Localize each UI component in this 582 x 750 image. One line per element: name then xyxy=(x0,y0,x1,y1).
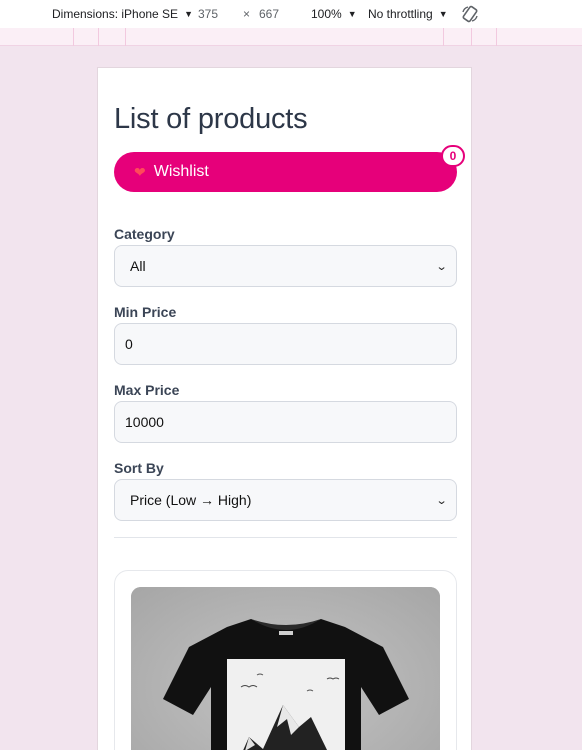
category-value: All xyxy=(130,258,146,274)
product-image[interactable] xyxy=(131,587,440,750)
sort-by-value: Price (Low → High) xyxy=(130,492,252,508)
category-field: Category All ⌄ xyxy=(114,226,457,287)
max-price-label: Max Price xyxy=(114,382,180,398)
product-card[interactable] xyxy=(114,570,457,750)
zoom-dropdown[interactable]: 100% ▼ xyxy=(311,7,357,21)
height-input[interactable]: 667 xyxy=(259,7,279,21)
sort-by-field: Sort By Price (Low → High) ⌄ xyxy=(114,460,457,521)
chevron-down-icon: ⌄ xyxy=(435,260,448,273)
sort-by-label: Sort By xyxy=(114,460,164,476)
wishlist-label: Wishlist xyxy=(153,163,209,180)
tshirt-image xyxy=(131,587,440,750)
max-price-input[interactable]: 10000 xyxy=(114,401,457,443)
devtools-device-toolbar: Dimensions: iPhone SE ▼ 375 × 667 100% ▼… xyxy=(0,0,582,28)
page-title: List of products xyxy=(114,103,308,135)
chevron-down-icon: ⌄ xyxy=(435,494,448,507)
caret-down-icon: ▼ xyxy=(347,9,357,19)
min-price-field: Min Price 0 xyxy=(114,304,457,365)
ruler-tick xyxy=(471,28,472,46)
caret-down-icon: ▼ xyxy=(184,9,193,19)
min-price-value: 0 xyxy=(125,336,133,352)
sort-by-select[interactable]: Price (Low → High) ⌄ xyxy=(114,479,457,521)
divider xyxy=(114,537,457,538)
ruler-tick xyxy=(125,28,126,46)
max-price-field: Max Price 10000 xyxy=(114,382,457,443)
device-viewport: List of products ❤ Wishlist 0 Category A… xyxy=(97,67,472,750)
heart-icon: ❤ xyxy=(134,163,146,180)
throttling-label: No throttling xyxy=(368,7,433,21)
times-separator: × xyxy=(243,7,251,21)
media-query-ruler xyxy=(0,28,582,46)
dimensions-dropdown[interactable]: Dimensions: iPhone SE ▼ xyxy=(52,7,193,21)
max-price-value: 10000 xyxy=(125,414,164,430)
wishlist-count-badge: 0 xyxy=(441,145,465,167)
min-price-input[interactable]: 0 xyxy=(114,323,457,365)
ruler-tick xyxy=(496,28,497,46)
rotate-icon[interactable] xyxy=(460,4,480,24)
zoom-label: 100% xyxy=(311,7,342,21)
category-label: Category xyxy=(114,226,175,242)
min-price-label: Min Price xyxy=(114,304,177,320)
wishlist-button[interactable]: ❤ Wishlist 0 xyxy=(114,145,465,192)
caret-down-icon: ▼ xyxy=(438,9,448,19)
ruler-tick xyxy=(73,28,74,46)
throttling-dropdown[interactable]: No throttling ▼ xyxy=(368,7,448,21)
dimensions-label: Dimensions: iPhone SE xyxy=(52,7,179,21)
ruler-tick xyxy=(98,28,99,46)
width-input[interactable]: 375 xyxy=(198,7,218,21)
ruler-tick xyxy=(443,28,444,46)
category-select[interactable]: All ⌄ xyxy=(114,245,457,287)
